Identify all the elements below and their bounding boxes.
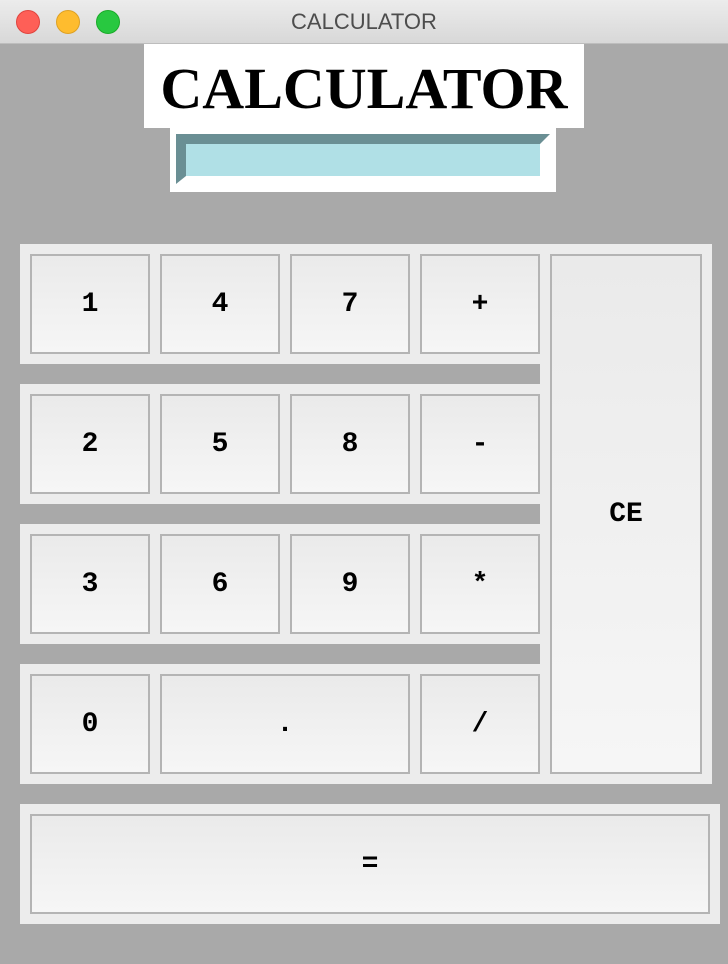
minus-button[interactable]: - bbox=[420, 394, 540, 494]
multiply-button[interactable]: * bbox=[420, 534, 540, 634]
display-frame bbox=[170, 128, 556, 192]
calculator-heading: CALCULATOR bbox=[144, 44, 584, 128]
divide-button[interactable]: / bbox=[420, 674, 540, 774]
key-6-button[interactable]: 6 bbox=[160, 534, 280, 634]
key-7-button[interactable]: 7 bbox=[290, 254, 410, 354]
key-8-button[interactable]: 8 bbox=[290, 394, 410, 494]
key-5-button[interactable]: 5 bbox=[160, 394, 280, 494]
window-title: CALCULATOR bbox=[291, 9, 437, 34]
key-9-button[interactable]: 9 bbox=[290, 534, 410, 634]
key-1-button[interactable]: 1 bbox=[30, 254, 150, 354]
display-field[interactable] bbox=[176, 134, 550, 184]
key-3-button[interactable]: 3 bbox=[30, 534, 150, 634]
plus-button[interactable]: + bbox=[420, 254, 540, 354]
key-2-button[interactable]: 2 bbox=[30, 394, 150, 494]
key-0-button[interactable]: 0 bbox=[30, 674, 150, 774]
key-4-button[interactable]: 4 bbox=[160, 254, 280, 354]
clear-entry-button[interactable]: CE bbox=[550, 254, 702, 774]
window-titlebar: CALCULATOR bbox=[0, 0, 728, 44]
equals-button[interactable]: = bbox=[30, 814, 710, 914]
decimal-point-button[interactable]: . bbox=[160, 674, 410, 774]
